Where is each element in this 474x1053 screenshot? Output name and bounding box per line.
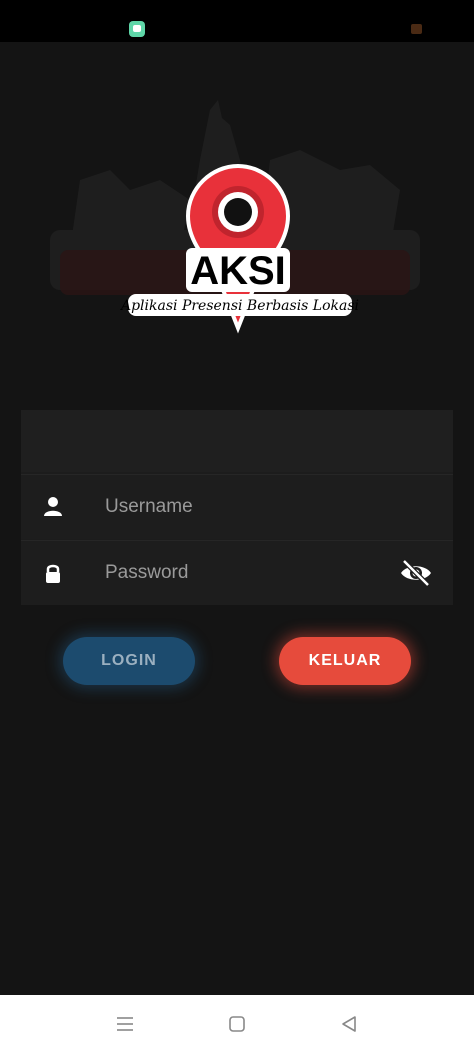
aksi-logo: AKSI Aplikasi Presensi Berbasis Lokasi bbox=[120, 163, 359, 334]
password-row bbox=[21, 540, 453, 605]
status-bar bbox=[0, 0, 474, 42]
notification-app-icon bbox=[129, 21, 145, 37]
back-triangle-icon[interactable] bbox=[338, 1013, 360, 1035]
status-indicator-icon bbox=[411, 24, 422, 34]
lock-icon bbox=[46, 564, 60, 583]
svg-text:Aplikasi Presensi Berbasis Lok: Aplikasi Presensi Berbasis Lokasi bbox=[120, 298, 359, 314]
user-icon bbox=[44, 497, 62, 516]
login-button[interactable]: LOGIN bbox=[63, 637, 195, 685]
card-header bbox=[21, 410, 453, 472]
password-input[interactable] bbox=[105, 555, 385, 591]
eye-off-icon[interactable] bbox=[399, 559, 433, 587]
exit-button[interactable]: KELUAR bbox=[279, 637, 411, 685]
menu-icon[interactable] bbox=[114, 1013, 136, 1035]
username-row bbox=[21, 474, 453, 539]
home-square-icon[interactable] bbox=[226, 1013, 248, 1035]
system-navigation-bar bbox=[0, 995, 474, 1053]
svg-text:AKSI: AKSI bbox=[190, 249, 286, 293]
username-input[interactable] bbox=[105, 489, 385, 525]
